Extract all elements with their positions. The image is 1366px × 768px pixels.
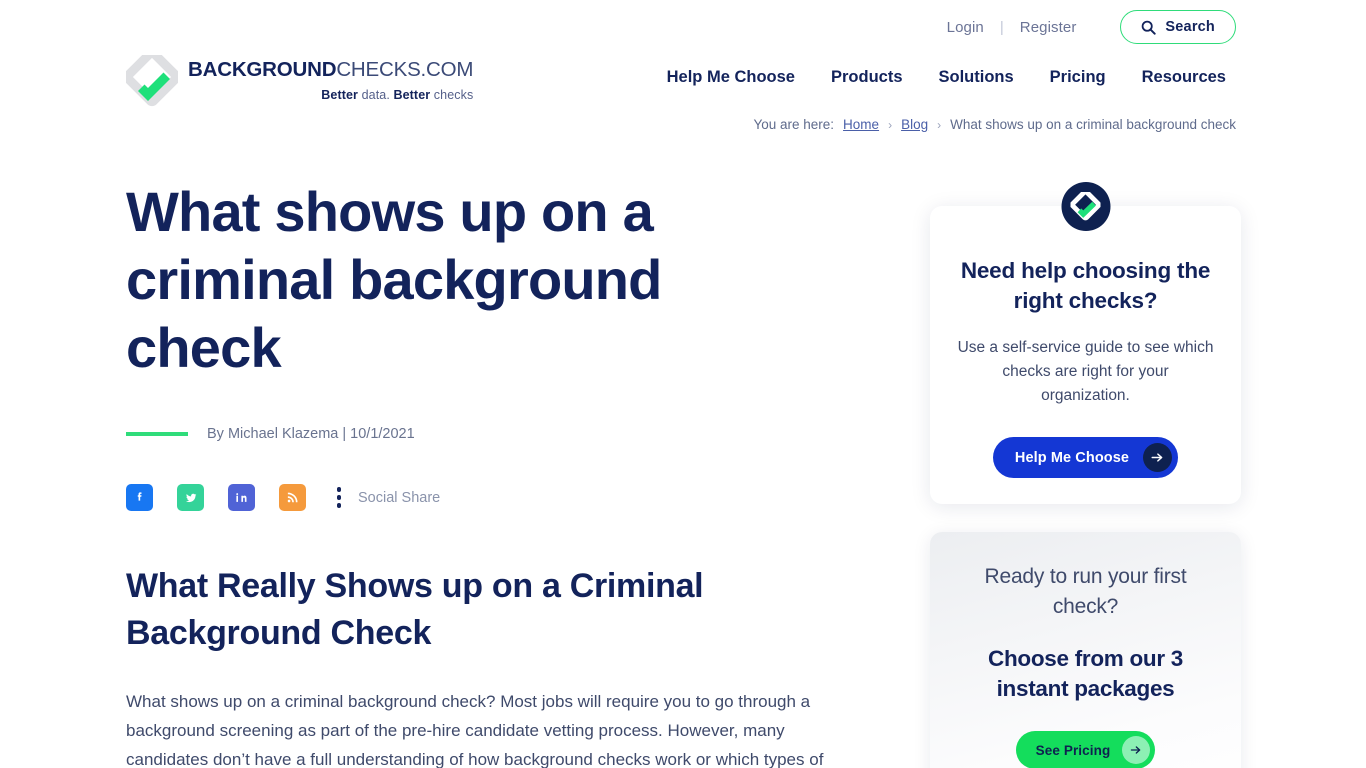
arrow-right-icon — [1122, 736, 1151, 764]
see-pricing-button-label: See Pricing — [1035, 742, 1111, 758]
social-share-row: Social Share — [126, 484, 886, 511]
breadcrumb-separator-2: › — [937, 117, 942, 132]
section-heading: What Really Shows up on a Criminal Backg… — [126, 567, 704, 652]
login-link[interactable]: Login — [931, 19, 1000, 36]
rss-icon[interactable] — [279, 484, 306, 511]
breadcrumb-lead: You are here: — [753, 117, 835, 132]
search-icon — [1141, 20, 1157, 35]
tagline-bold-2: Better — [393, 87, 431, 102]
see-pricing-button[interactable]: See Pricing — [1015, 731, 1156, 768]
article-paragraph: What shows up on a criminal background c… — [126, 692, 824, 768]
logo-wordmark: BACKGROUNDCHECKS.COM — [188, 60, 473, 81]
facebook-icon[interactable] — [126, 484, 153, 511]
logo-bold-part: BACKGROUND — [188, 58, 337, 82]
byline-text: By Michael Klazema | 10/1/2021 — [207, 426, 415, 442]
dot-1 — [336, 487, 342, 492]
logo-text: BACKGROUNDCHECKS.COM Better data. Better… — [188, 60, 473, 102]
utility-bar: Login | Register Search — [0, 0, 1366, 56]
sidebar: Need help choosing the right checks? Use… — [930, 180, 1241, 768]
byline: By Michael Klazema | 10/1/2021 — [126, 426, 886, 442]
byline-rule — [126, 432, 188, 436]
social-share-label: Social Share — [358, 489, 441, 506]
site-logo[interactable]: BACKGROUNDCHECKS.COM Better data. Better… — [122, 47, 473, 107]
logo-diamond-check-icon — [122, 47, 182, 107]
arrow-right-icon — [1143, 443, 1173, 472]
breadcrumb: You are here: Home › Blog › What shows u… — [753, 117, 1236, 132]
page-title: What shows up on a criminal background c… — [126, 180, 662, 379]
help-card-body: Use a self-service guide to see which ch… — [957, 339, 1214, 404]
twitter-icon[interactable] — [177, 484, 204, 511]
ready-to-run-card: Ready to run your first check? Choose fr… — [930, 532, 1241, 768]
breadcrumb-current: What shows up on a criminal background c… — [950, 117, 1236, 132]
logo-normal-part: CHECKS.COM — [336, 58, 474, 82]
dot-3 — [336, 503, 342, 508]
nav-item-solutions[interactable]: Solutions — [939, 68, 1014, 87]
breadcrumb-separator-1: › — [888, 117, 893, 132]
nav-item-products[interactable]: Products — [831, 68, 903, 87]
nav-item-pricing[interactable]: Pricing — [1050, 68, 1106, 87]
help-card-title: Need help choosing the right checks? — [960, 258, 1211, 313]
search-button-label: Search — [1165, 19, 1215, 35]
tagline-bold-1: Better — [321, 87, 359, 102]
page-root: Login | Register Search BACKGROUNDCHECKS… — [0, 0, 1366, 768]
search-button[interactable]: Search — [1120, 10, 1236, 44]
breadcrumb-link-blog[interactable]: Blog — [901, 117, 928, 132]
article-column: What shows up on a criminal background c… — [126, 178, 886, 768]
ready-card-question: Ready to run your first check? — [984, 565, 1187, 618]
main-navigation: Help Me Choose Products Solutions Pricin… — [667, 68, 1226, 87]
help-me-choose-button[interactable]: Help Me Choose — [992, 437, 1179, 478]
logo-tagline: Better data. Better checks — [188, 88, 473, 102]
ready-card-heading: Choose from our 3 instant packages — [988, 646, 1183, 701]
help-choosing-card: Need help choosing the right checks? Use… — [930, 182, 1241, 504]
register-link[interactable]: Register — [1004, 19, 1093, 36]
tagline-end: checks — [430, 87, 474, 102]
linkedin-icon[interactable] — [228, 484, 255, 511]
more-options-icon[interactable] — [330, 484, 348, 511]
diamond-check-badge-icon — [1061, 182, 1110, 231]
dot-2 — [336, 495, 342, 500]
breadcrumb-link-home[interactable]: Home — [843, 117, 879, 132]
help-me-choose-button-label: Help Me Choose — [1014, 449, 1130, 466]
tagline-mid: data. — [358, 87, 394, 102]
utility-links: Login | Register Search — [931, 10, 1236, 44]
nav-item-help-me-choose[interactable]: Help Me Choose — [667, 68, 795, 87]
nav-item-resources[interactable]: Resources — [1142, 68, 1226, 87]
